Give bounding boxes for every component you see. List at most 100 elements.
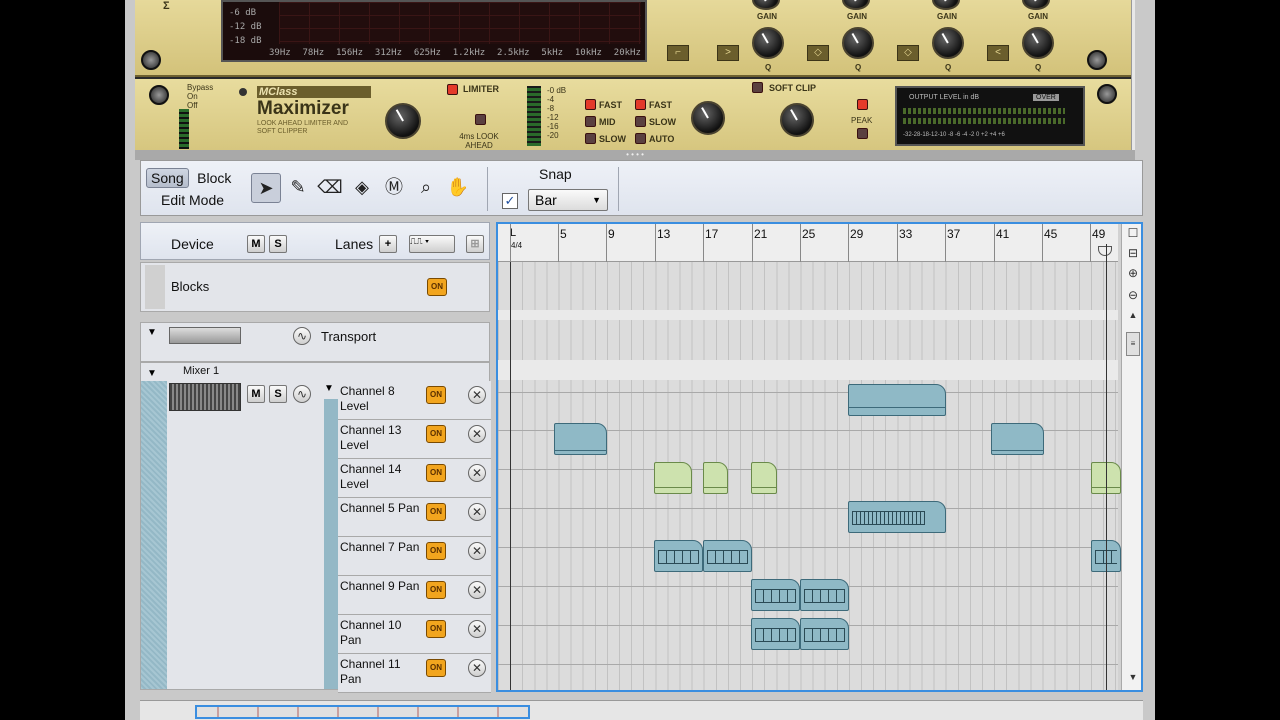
automation-clip[interactable] [654, 540, 703, 572]
lane-on-button[interactable]: ON [426, 581, 446, 599]
softclip-led[interactable] [752, 82, 763, 93]
pencil-icon[interactable]: ✎ [283, 173, 313, 203]
mixer-track[interactable]: ▼ Mixer 1 M S ∿ ▼ Channel 8 Level ON ✕ C… [140, 362, 491, 693]
song-position-marker[interactable] [1098, 246, 1112, 256]
automation-lane[interactable]: Channel 14 Level ON ✕ [338, 459, 491, 498]
lane-on-button[interactable]: ON [426, 464, 446, 482]
eq-peak-button[interactable]: ◇ [807, 45, 829, 61]
automation-clip[interactable] [800, 618, 849, 650]
automation-clip[interactable] [800, 579, 849, 611]
softclip-amount-knob[interactable] [780, 103, 814, 137]
q-knob[interactable] [842, 27, 874, 59]
automation-lane[interactable]: Channel 11 Pan ON ✕ [338, 654, 491, 693]
collapse-triangle-icon[interactable]: ▼ [147, 368, 157, 379]
q-knob[interactable] [752, 27, 784, 59]
release-slow-led[interactable] [635, 116, 646, 127]
gain-knob[interactable] [1022, 0, 1050, 10]
close-icon[interactable]: ✕ [468, 659, 486, 677]
close-icon[interactable]: ✕ [468, 503, 486, 521]
gain-knob[interactable] [752, 0, 780, 10]
zoom-out-icon[interactable]: ⊖ [1126, 288, 1140, 302]
automation-clip[interactable] [751, 618, 800, 650]
q-knob[interactable] [932, 27, 964, 59]
overview-view-window[interactable] [195, 705, 530, 719]
blocks-on-button[interactable]: ON [427, 278, 447, 296]
automation-clip[interactable] [848, 384, 946, 416]
lane-on-button[interactable]: ON [426, 542, 446, 560]
maximize-icon[interactable]: ☐ [1126, 226, 1140, 240]
song-arrangement-view[interactable]: L 4/4 5 9 13 17 21 25 29 33 37 41 45 49 [496, 222, 1143, 692]
automation-clip[interactable] [703, 540, 752, 572]
automation-clip[interactable] [654, 462, 692, 494]
automation-lane[interactable]: Channel 9 Pan ON ✕ [338, 576, 491, 615]
rack-scrollbar[interactable] [1131, 0, 1135, 150]
eq-peak2-button[interactable]: ◇ [897, 45, 919, 61]
razor-icon[interactable]: ◈ [347, 173, 377, 203]
automation-lane[interactable]: Channel 10 Pan ON ✕ [338, 615, 491, 654]
automation-clip[interactable] [554, 423, 607, 455]
transport-track[interactable]: ▼ ∿ Transport [140, 322, 490, 362]
release-fast-led[interactable] [635, 99, 646, 110]
fit-view-icon[interactable]: ⊟ [1126, 246, 1140, 260]
close-icon[interactable]: ✕ [468, 542, 486, 560]
automation-lane[interactable]: Channel 13 Level ON ✕ [338, 420, 491, 459]
limiter-led[interactable] [447, 84, 458, 95]
automation-clip[interactable] [751, 579, 800, 611]
arrangement-grid[interactable] [498, 262, 1121, 690]
lane-on-button[interactable]: ON [426, 620, 446, 638]
mute-all-button[interactable]: M [247, 235, 265, 253]
close-icon[interactable]: ✕ [468, 620, 486, 638]
scroll-up-icon[interactable]: ▲ [1126, 310, 1140, 320]
zoom-in-icon[interactable]: ⊕ [1126, 266, 1140, 280]
bar-ruler[interactable]: L 4/4 5 9 13 17 21 25 29 33 37 41 45 49 [498, 224, 1118, 262]
add-lane-button[interactable]: + [379, 235, 397, 253]
automation-lane[interactable]: Channel 7 Pan ON ✕ [338, 537, 491, 576]
peak-led[interactable] [857, 99, 868, 110]
automation-clip[interactable] [751, 462, 777, 494]
collapse-triangle-icon[interactable]: ▼ [147, 327, 157, 338]
rack-sequencer-splitter[interactable]: • • • • [135, 150, 1135, 160]
eq-highshelf-button[interactable]: < [987, 45, 1009, 61]
mute-tool-icon[interactable]: Ⓜ [379, 173, 409, 203]
eraser-icon[interactable]: ⌫ [315, 173, 345, 203]
lane-on-button[interactable]: ON [426, 659, 446, 677]
eq-lowshelf-button[interactable]: > [717, 45, 739, 61]
song-mode-button[interactable]: Song [146, 168, 189, 188]
snap-checkbox[interactable]: ✓ [502, 193, 518, 209]
attack-mid-led[interactable] [585, 116, 596, 127]
lookahead-led[interactable] [475, 114, 486, 125]
select-arrow-icon[interactable]: ➤ [251, 173, 281, 203]
close-icon[interactable]: ✕ [468, 386, 486, 404]
song-overview-scrollbar[interactable] [140, 700, 1143, 720]
lane-on-button[interactable]: ON [426, 386, 446, 404]
output-gain-knob[interactable] [691, 101, 725, 135]
attack-fast-led[interactable] [585, 99, 596, 110]
input-gain-knob[interactable] [385, 103, 421, 139]
mixer-solo-button[interactable]: S [269, 385, 287, 403]
lane-options-icon[interactable]: ⊞ [466, 235, 484, 253]
hand-icon[interactable]: ✋ [443, 173, 473, 203]
attack-slow-led[interactable] [585, 133, 596, 144]
snap-value-select[interactable]: Bar ▼ [528, 189, 608, 211]
automation-wave-icon[interactable]: ∿ [293, 385, 311, 403]
lane-on-button[interactable]: ON [426, 425, 446, 443]
close-icon[interactable]: ✕ [468, 464, 486, 482]
close-icon[interactable]: ✕ [468, 425, 486, 443]
automation-clip[interactable] [703, 462, 728, 494]
collapse-triangle-icon[interactable]: ▼ [324, 383, 334, 394]
bypass-switch[interactable]: Bypass On Off [187, 83, 213, 110]
eq-lowcut-button[interactable]: ⌐ [667, 45, 689, 61]
automation-lane[interactable]: Channel 5 Pan ON ✕ [338, 498, 491, 537]
close-icon[interactable]: ✕ [468, 581, 486, 599]
mixer-mute-button[interactable]: M [247, 385, 265, 403]
block-mode-button[interactable]: Block [193, 169, 235, 187]
gain-knob[interactable] [842, 0, 870, 10]
blocks-track[interactable]: Blocks ON [140, 262, 490, 312]
release-auto-led[interactable] [635, 133, 646, 144]
magnify-icon[interactable]: ⌕ [411, 173, 441, 203]
scroll-thumb[interactable]: ≡ [1126, 332, 1140, 356]
automation-clip[interactable] [991, 423, 1044, 455]
automation-lanes-dropdown[interactable]: ⎍⎍ ▾ [409, 235, 455, 253]
lane-on-button[interactable]: ON [426, 503, 446, 521]
scroll-down-icon[interactable]: ▼ [1126, 672, 1140, 682]
